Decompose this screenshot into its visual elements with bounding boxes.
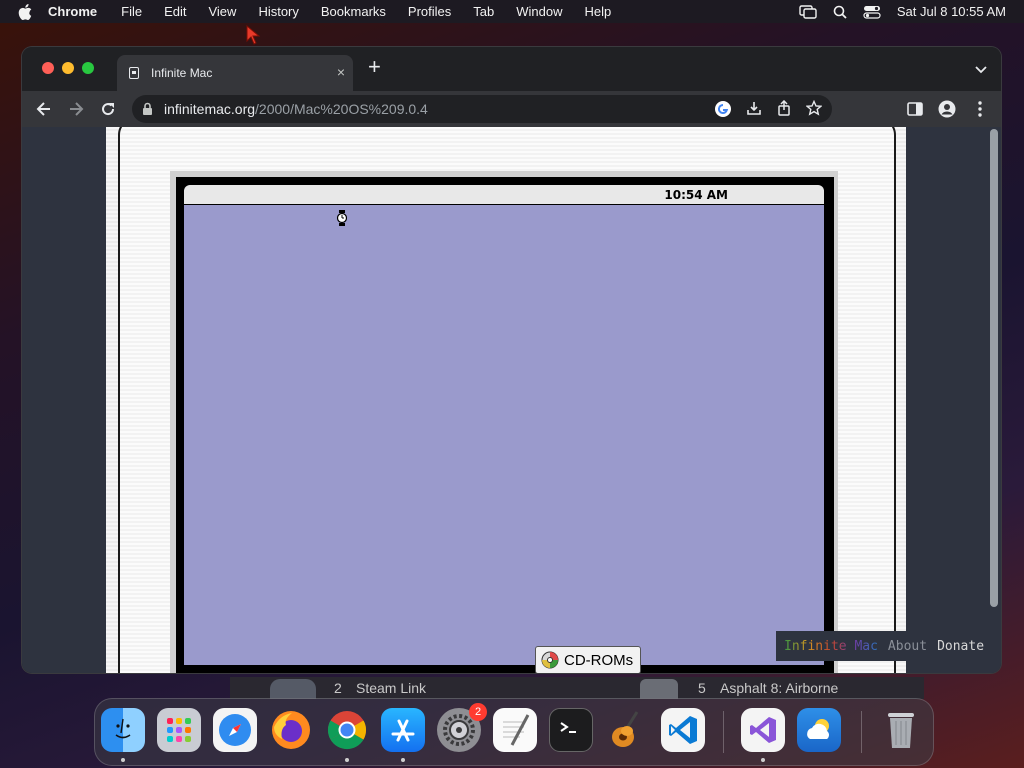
textedit-icon[interactable] [493,708,537,752]
finder-running-dot [121,758,125,762]
menu-view[interactable]: View [208,4,236,19]
chrome-icon[interactable] [325,708,369,752]
trash-icon[interactable] [879,708,923,752]
bookmark-star-icon[interactable] [805,99,823,121]
window-minimize-button[interactable] [62,62,74,74]
vscode-icon[interactable] [661,708,705,752]
cd-roms-label: CD-ROMs [564,651,634,669]
tab-close-icon[interactable]: × [337,64,345,80]
app-store-icon[interactable] [381,708,425,752]
spotlight-search-icon[interactable] [833,5,847,19]
behind-item-index-1: 2 [334,680,342,696]
scrollbar-thumb[interactable] [990,129,998,607]
lock-icon[interactable] [142,102,153,119]
menu-window[interactable]: Window [516,4,562,19]
wait-watch-cursor-icon [337,210,347,226]
terminal-icon[interactable] [549,708,593,752]
mouse-cursor-icon [246,25,260,45]
address-bar[interactable]: infinitemac.org/2000/Mac%20OS%209.0.4 [132,95,832,123]
behind-item-label-2: Asphalt 8: Airborne [720,680,839,696]
menu-clock[interactable]: Sat Jul 8 10:55 AM [897,4,1006,19]
infinite-mac-links: Infinite Mac About Donate [776,631,996,661]
weather-icon[interactable] [797,708,841,752]
apple-icon[interactable] [18,3,34,20]
page-favicon-icon [129,67,139,79]
finder-icon[interactable] [101,708,145,752]
cd-disc-icon [541,651,559,669]
visual-studio-running-dot [761,758,765,762]
menu-profiles[interactable]: Profiles [408,4,451,19]
forward-arrow-icon[interactable] [66,99,86,119]
launchpad-icon[interactable] [157,708,201,752]
cd-roms-button[interactable]: CD-ROMs [535,646,641,673]
new-tab-button[interactable]: + [368,56,381,78]
mac-os-clock: 10:54 AM [664,188,728,202]
back-arrow-icon[interactable] [34,99,54,119]
url-path: /2000/Mac%20OS%209.0.4 [255,101,428,117]
url-host: infinitemac.org [164,101,256,117]
profile-avatar-icon[interactable] [937,99,957,119]
mac-os-desktop[interactable] [184,205,824,665]
side-panel-icon[interactable] [905,99,925,119]
menu-tab[interactable]: Tab [473,4,494,19]
behind-item-label-1: Steam Link [356,680,427,696]
page-viewport: 10:54 AM CD-ROMs Infinite Mac About Dona… [22,127,1001,673]
tab-search-chevron-icon[interactable] [975,61,987,79]
screen-mirroring-icon[interactable] [799,4,817,19]
mac-os-menu-bar: 10:54 AM [184,185,824,205]
more-menu-icon[interactable] [970,99,990,119]
macos-dock: 2 [94,698,934,766]
chrome-window: Infinite Mac × + infinitemac.org/2000/Ma… [22,47,1001,673]
menu-edit[interactable]: Edit [164,4,186,19]
system-settings-icon[interactable]: 2 [437,703,487,752]
classic-mac-bezel: 10:54 AM CD-ROMs [106,127,906,673]
menu-bookmarks[interactable]: Bookmarks [321,4,386,19]
settings-update-badge: 2 [469,703,487,721]
tab-strip: Infinite Mac × + [22,47,1001,91]
infinite-mac-logo[interactable]: Infinite Mac [784,639,878,654]
macos-menu-bar: Chrome File Edit View History Bookmarks … [0,0,1024,23]
controller-icon [270,679,316,699]
share-icon[interactable] [776,99,792,121]
behind-item-index-2: 5 [698,680,706,696]
menu-help[interactable]: Help [585,4,612,19]
menu-history[interactable]: History [258,4,298,19]
emulator-screen[interactable]: 10:54 AM [176,177,834,673]
donate-link[interactable]: Donate [937,639,984,654]
browser-toolbar: infinitemac.org/2000/Mac%20OS%209.0.4 [22,91,1001,127]
reload-icon[interactable] [98,99,118,119]
menu-file[interactable]: File [121,4,142,19]
google-lens-icon[interactable] [714,100,732,121]
about-link[interactable]: About [888,639,927,654]
control-center-icon[interactable] [863,5,881,19]
window-close-button[interactable] [42,62,54,74]
url-text: infinitemac.org/2000/Mac%20OS%209.0.4 [164,101,428,117]
tab-title: Infinite Mac [151,66,213,80]
firefox-icon[interactable] [269,708,313,752]
visual-studio-icon[interactable] [741,708,785,752]
install-app-icon[interactable] [746,100,762,121]
window-zoom-button[interactable] [82,62,94,74]
menu-app-chrome[interactable]: Chrome [48,4,97,19]
game-thumbnail-icon [640,679,678,699]
app-store-running-dot [401,758,405,762]
background-window-strip: 2 Steam Link 5 Asphalt 8: Airborne [230,677,924,699]
tab-infinite-mac[interactable]: Infinite Mac × [117,55,353,91]
garageband-icon[interactable] [605,708,649,752]
page-scrollbar[interactable] [987,127,1001,673]
chrome-running-dot [345,758,349,762]
safari-icon[interactable] [213,708,257,752]
